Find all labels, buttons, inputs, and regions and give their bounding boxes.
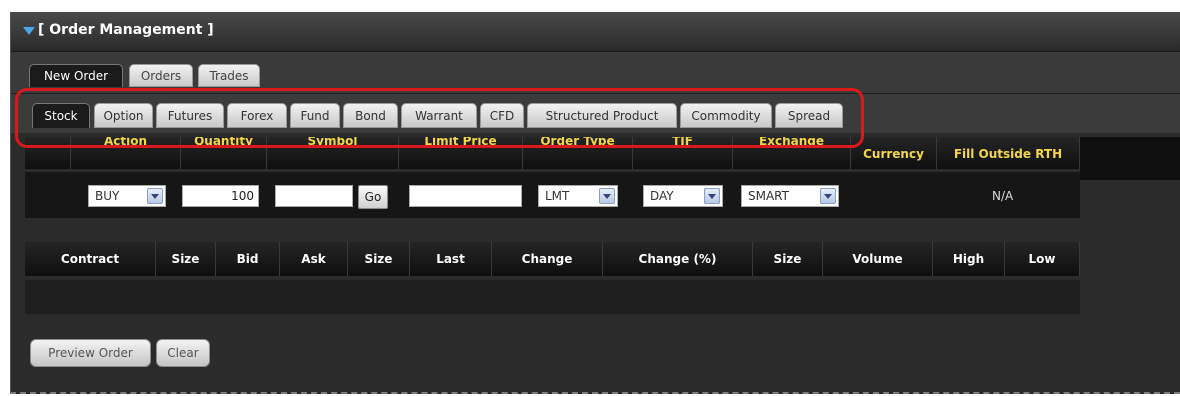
header-quantity: Quantity: [181, 137, 267, 169]
tab-cfd[interactable]: CFD: [480, 103, 524, 128]
header-filler: [1080, 137, 1180, 180]
tab-bond[interactable]: Bond: [343, 103, 398, 128]
clear-button[interactable]: Clear: [156, 339, 210, 367]
tab-spread[interactable]: Spread: [775, 103, 843, 128]
order-type-select[interactable]: LMT: [538, 185, 618, 207]
header-size: Size: [753, 242, 823, 276]
action-select[interactable]: BUY: [88, 185, 166, 207]
chevron-down-icon[interactable]: [820, 188, 836, 204]
tab-commodity[interactable]: Commodity: [680, 103, 772, 128]
header-limit-price: Limit Price: [399, 137, 523, 169]
chevron-down-icon[interactable]: [599, 188, 615, 204]
header-exchange: Exchange: [733, 137, 851, 169]
header-blank: [25, 137, 71, 169]
tab-fund[interactable]: Fund: [290, 103, 340, 128]
header-last: Last: [410, 242, 492, 276]
symbol-input[interactable]: [275, 185, 353, 207]
header-size: Size: [156, 242, 216, 276]
header-low: Low: [1005, 242, 1080, 276]
header-currency: Currency: [851, 137, 937, 169]
chevron-down-icon[interactable]: [147, 188, 163, 204]
tab-futures[interactable]: Futures: [156, 103, 224, 128]
header-action: Action: [71, 137, 181, 169]
order-entry-header: Action Quantity Symbol Limit Price Order…: [25, 137, 1080, 169]
tab-option[interactable]: Option: [94, 103, 153, 128]
header-change-percent: Change (%): [603, 242, 753, 276]
tif-value: DAY: [650, 189, 674, 203]
tif-select[interactable]: DAY: [643, 185, 723, 207]
tab-orders[interactable]: Orders: [129, 64, 193, 87]
header-volume: Volume: [823, 242, 933, 276]
exchange-select[interactable]: SMART: [741, 185, 839, 207]
quantity-input[interactable]: 100: [182, 185, 259, 207]
panel-title: [ Order Management ]: [38, 22, 214, 38]
order-type-value: LMT: [545, 189, 570, 203]
header-size: Size: [348, 242, 410, 276]
header-order-type: Order Type: [523, 137, 633, 169]
tab-new-order[interactable]: New Order: [29, 64, 123, 87]
fill-outside-rth-value: N/A: [992, 189, 1014, 203]
action-value: BUY: [95, 189, 120, 203]
preview-order-button[interactable]: Preview Order: [30, 339, 151, 367]
limit-price-input[interactable]: [409, 185, 522, 207]
header-ask: Ask: [280, 242, 348, 276]
market-data-row: [25, 280, 1080, 314]
tab-trades[interactable]: Trades: [198, 64, 260, 87]
header-tif: TIF: [633, 137, 733, 169]
order-entry-row: BUY 100 Go LMT DAY SMART N/A: [25, 172, 1080, 218]
market-data-header: Contract Size Bid Ask Size Last Change C…: [25, 242, 1080, 276]
header-fill-outside-rth: Fill Outside RTH: [937, 137, 1080, 169]
panel-title-bar: [ Order Management ]: [11, 12, 1180, 52]
tab-structured-product[interactable]: Structured Product: [527, 103, 677, 128]
header-contract: Contract: [25, 242, 156, 276]
collapse-arrow-icon[interactable]: [23, 27, 35, 35]
exchange-value: SMART: [748, 189, 789, 203]
header-bid: Bid: [216, 242, 280, 276]
chevron-down-icon[interactable]: [704, 188, 720, 204]
header-symbol: Symbol: [267, 137, 399, 169]
tab-warrant[interactable]: Warrant: [401, 103, 477, 128]
header-change: Change: [492, 242, 603, 276]
tab-stock[interactable]: Stock: [32, 103, 90, 128]
header-high: High: [933, 242, 1005, 276]
tab-forex[interactable]: Forex: [227, 103, 287, 128]
go-button[interactable]: Go: [358, 185, 388, 209]
